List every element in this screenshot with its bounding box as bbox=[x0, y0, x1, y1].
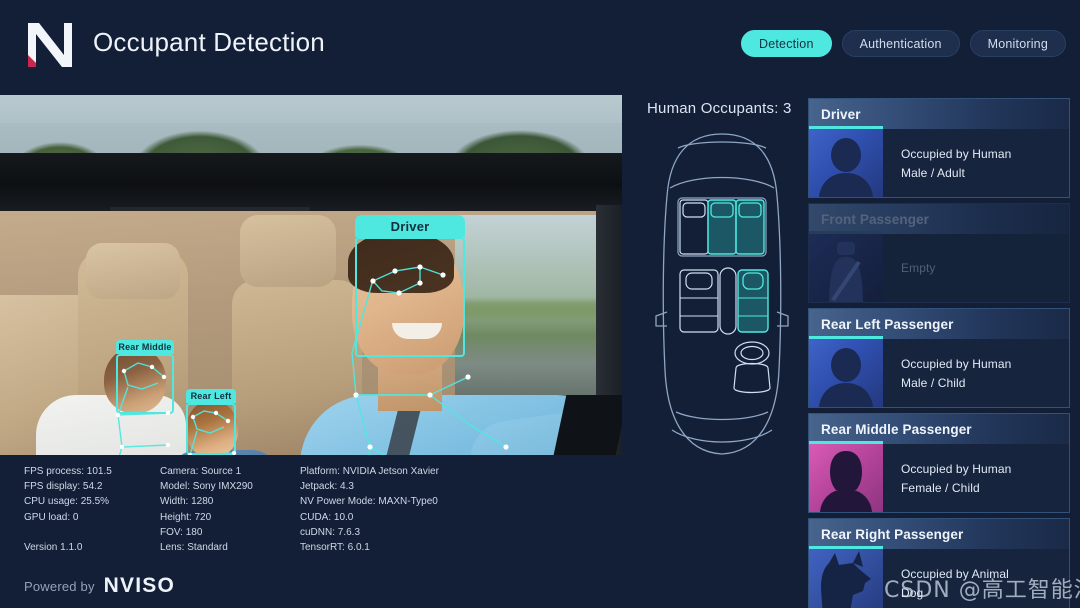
occupant-card-rear-middle[interactable]: Rear Middle Passenger Occupied by Human … bbox=[808, 413, 1070, 513]
card-header: Rear Middle Passenger bbox=[809, 414, 1069, 444]
card-text: Occupied by Human Male / Adult bbox=[883, 129, 1069, 197]
stats-column-camera: Camera: Source 1 Model: Sony IMX290 Widt… bbox=[160, 464, 253, 555]
card-detail: Male / Child bbox=[901, 375, 966, 390]
card-body: Occupied by Human Female / Child bbox=[809, 444, 1069, 512]
app-header: Occupant Detection Detection Authenticat… bbox=[0, 0, 1080, 88]
scene-windshield-shadow bbox=[553, 395, 622, 455]
stat-line: NV Power Mode: MAXN-Type0 bbox=[300, 496, 438, 508]
card-header: Driver bbox=[809, 99, 1069, 129]
avatar-dog bbox=[809, 549, 883, 608]
stats-column-performance: FPS process: 101.5 FPS display: 54.2 CPU… bbox=[24, 464, 112, 555]
stats-column-platform: Platform: NVIDIA Jetson Xavier Jetpack: … bbox=[300, 464, 439, 555]
stat-spacer bbox=[24, 525, 112, 540]
seat-rear-left-icon bbox=[679, 199, 709, 255]
card-header: Rear Right Passenger bbox=[809, 519, 1069, 549]
powered-by-footer: Powered by NVISO bbox=[24, 574, 175, 598]
card-text: Occupied by Human Male / Child bbox=[883, 339, 1069, 407]
detection-label-rear-middle: Rear Middle bbox=[116, 340, 174, 354]
page-title: Occupant Detection bbox=[93, 27, 325, 57]
car-top-view-diagram bbox=[648, 130, 796, 460]
card-status: Empty bbox=[901, 261, 936, 275]
tab-authentication[interactable]: Authentication bbox=[841, 30, 960, 57]
card-title: Driver bbox=[821, 106, 861, 122]
center-console-icon bbox=[719, 267, 737, 335]
stat-line: Width: 1280 bbox=[160, 496, 214, 508]
cabin-scene bbox=[0, 95, 622, 455]
detection-box-rear-left bbox=[186, 403, 236, 455]
stat-line: FPS display: 54.2 bbox=[24, 481, 103, 493]
tab-detection[interactable]: Detection bbox=[740, 30, 832, 57]
stat-line: Platform: NVIDIA Jetson Xavier bbox=[300, 466, 439, 477]
powered-by-label: Powered by bbox=[24, 578, 95, 594]
scene-headrest-middle bbox=[86, 243, 180, 299]
occupant-cards-list: Driver Occupied by Human Male / Adult Fr… bbox=[808, 98, 1070, 608]
stat-line: CPU usage: 25.5% bbox=[24, 496, 110, 508]
seat-rear-middle-icon bbox=[707, 199, 737, 255]
stat-line: CUDA: 10.0 bbox=[300, 511, 354, 523]
card-status: Occupied by Human bbox=[901, 356, 1012, 371]
card-body: Occupied by Human Male / Adult bbox=[809, 129, 1069, 197]
stat-line: Height: 720 bbox=[160, 511, 212, 523]
scene-headrest-driver bbox=[240, 215, 336, 287]
card-status: Occupied by Human bbox=[901, 461, 1012, 476]
seat-driver-icon bbox=[737, 269, 769, 333]
card-body: Occupied by Human Male / Child bbox=[809, 339, 1069, 407]
csdn-watermark: CSDN @高工智能汽车 bbox=[884, 578, 1080, 603]
detection-box-driver bbox=[355, 237, 465, 357]
occupant-card-front-passenger[interactable]: Front Passenger Empty bbox=[808, 203, 1070, 303]
card-header: Rear Left Passenger bbox=[809, 309, 1069, 339]
stat-line-version: Version 1.1.0 bbox=[24, 541, 83, 553]
nav-tabs: Detection Authentication Monitoring bbox=[740, 30, 1066, 57]
stat-line: Model: Sony IMX290 bbox=[160, 481, 253, 493]
avatar-male-adult bbox=[809, 129, 883, 197]
occupant-card-driver[interactable]: Driver Occupied by Human Male / Adult bbox=[808, 98, 1070, 198]
occupant-card-rear-left[interactable]: Rear Left Passenger Occupied by Human Ma… bbox=[808, 308, 1070, 408]
card-detail: Female / Child bbox=[901, 480, 980, 495]
card-title: Rear Middle Passenger bbox=[821, 421, 972, 437]
stat-line: TensorRT: 6.0.1 bbox=[300, 542, 370, 554]
card-detail: Male / Adult bbox=[901, 165, 965, 180]
avatar-empty-seatbelt bbox=[809, 234, 883, 302]
avatar-male-child bbox=[809, 339, 883, 407]
tab-monitoring[interactable]: Monitoring bbox=[969, 30, 1066, 57]
stat-line: FOV: 180 bbox=[160, 526, 203, 538]
stat-line: Camera: Source 1 bbox=[160, 466, 242, 477]
stat-line: Lens: Standard bbox=[160, 542, 228, 554]
seat-front-passenger-icon bbox=[679, 269, 719, 333]
scene-roofline bbox=[0, 153, 622, 211]
card-title: Rear Right Passenger bbox=[821, 526, 964, 542]
nviso-n-logo bbox=[22, 17, 78, 71]
stat-line: GPU load: 0 bbox=[24, 511, 79, 523]
card-title: Rear Left Passenger bbox=[821, 316, 954, 332]
stat-line: FPS process: 101.5 bbox=[24, 466, 112, 477]
card-header: Front Passenger bbox=[809, 204, 1069, 234]
human-occupants-count: Human Occupants: 3 bbox=[647, 100, 792, 117]
camera-video-feed[interactable]: Driver Rear Middle Rear Left bbox=[0, 95, 622, 455]
seat-rear-right-icon bbox=[735, 199, 765, 255]
stat-line: Jetpack: 4.3 bbox=[300, 481, 354, 493]
telemetry-stats-panel: FPS process: 101.5 FPS display: 54.2 CPU… bbox=[0, 455, 622, 565]
detection-label-driver: Driver bbox=[355, 215, 465, 237]
nviso-wordmark: NVISO bbox=[103, 574, 176, 597]
detection-label-rear-left: Rear Left bbox=[186, 389, 236, 403]
card-text: Empty bbox=[883, 234, 1069, 302]
card-status: Occupied by Human bbox=[901, 146, 1012, 161]
card-title: Front Passenger bbox=[821, 211, 930, 227]
card-body: Empty bbox=[809, 234, 1069, 302]
stat-line: cuDNN: 7.6.3 bbox=[300, 526, 361, 538]
steering-wheel-icon bbox=[733, 341, 771, 394]
card-text: Occupied by Human Female / Child bbox=[883, 444, 1069, 512]
avatar-female-child bbox=[809, 444, 883, 512]
detection-box-rear-middle bbox=[116, 354, 174, 414]
